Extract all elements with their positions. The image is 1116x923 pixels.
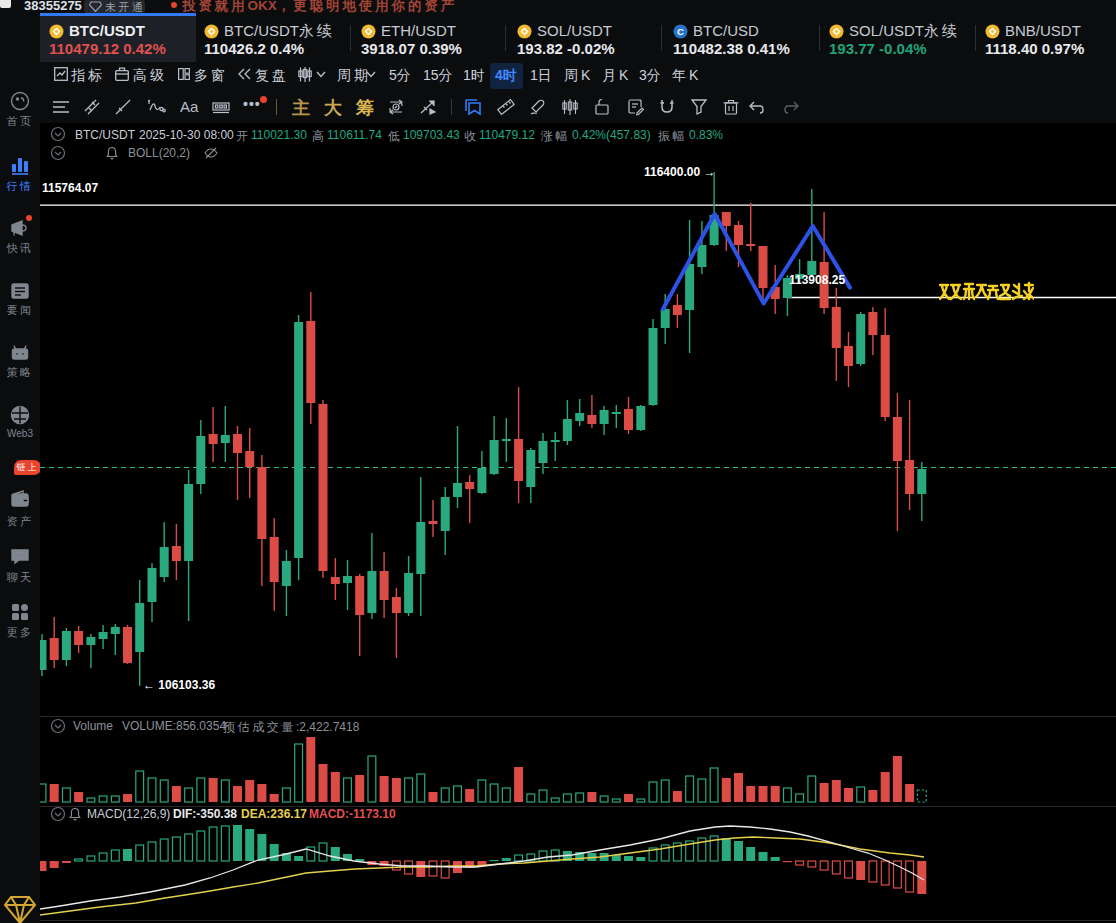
svg-text:C: C	[677, 26, 684, 37]
